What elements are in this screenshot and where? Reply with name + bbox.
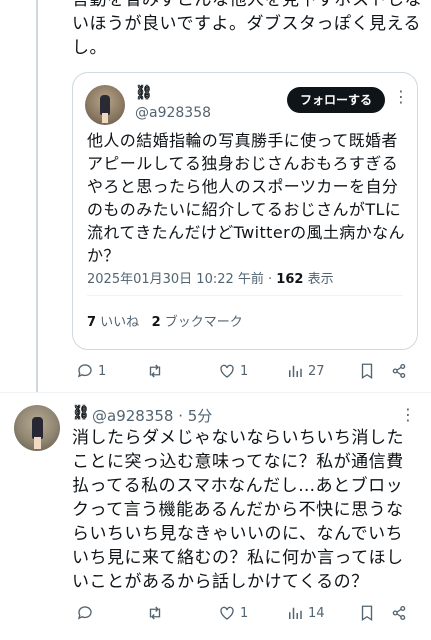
timestamp-text: 2025年01月30日 10:22 午前 ·	[87, 272, 277, 287]
views-button[interactable]: 14	[286, 604, 325, 622]
more-icon[interactable]: ⋮	[393, 87, 409, 106]
divider	[87, 295, 403, 296]
like-icon	[220, 364, 234, 378]
tweet-actions: 1 1 27	[72, 362, 412, 384]
views-icon	[289, 365, 302, 377]
avatar[interactable]	[85, 85, 125, 125]
follow-button[interactable]: フォローする	[287, 87, 385, 113]
views-count: 14	[308, 605, 325, 621]
more-icon[interactable]: ⋮	[400, 405, 416, 424]
engagement-stats: 7 いいね 2 ブックマーク	[87, 311, 243, 330]
thread-line	[36, 0, 38, 392]
share-button[interactable]	[390, 362, 408, 380]
retweet-button[interactable]	[146, 604, 168, 622]
avatar[interactable]	[14, 405, 60, 451]
views-button[interactable]: 27	[286, 362, 325, 380]
tweet-timestamp: 2025年01月30日 10:22 午前 · 162 表示	[87, 268, 334, 287]
bookmark-icon	[361, 605, 373, 622]
reply-icon	[77, 606, 92, 620]
quoted-tweet-text: 他人の結婚指輪の写真勝手に使って既婚者アピールしてる独身おじさんおもろすぎるやろ…	[87, 131, 405, 265]
views-count: 27	[308, 363, 325, 379]
views-count: 162	[276, 272, 304, 287]
like-button[interactable]: 1	[218, 362, 248, 380]
divider	[0, 392, 431, 393]
handle-and-time[interactable]: @a928358 · 5分	[92, 405, 212, 426]
retweet-button[interactable]	[146, 362, 168, 380]
reply-button[interactable]	[76, 604, 98, 622]
share-button[interactable]	[390, 604, 408, 622]
like-count: 1	[240, 363, 249, 379]
views-label: 表示	[303, 272, 334, 287]
bookmark-button[interactable]	[358, 362, 376, 380]
share-icon	[392, 605, 406, 621]
tweet-actions: 1 14	[72, 604, 412, 626]
reply-button[interactable]: 1	[76, 362, 106, 380]
display-name[interactable]: ⛓	[72, 405, 90, 421]
bookmarks-count[interactable]: 2	[152, 315, 161, 330]
bookmarks-label[interactable]: ブックマーク	[161, 315, 243, 330]
reply-count: 1	[98, 363, 107, 379]
likes-label[interactable]: いいね	[96, 315, 139, 330]
reply-icon	[77, 364, 92, 378]
tweet-text: 消したらダメじゃないならいちいち消したことに突っ込む意味ってなに？私が通信費払っ…	[72, 428, 404, 592]
display-name[interactable]: ⛓	[135, 85, 153, 101]
user-handle[interactable]: @a928358	[135, 105, 211, 121]
like-icon	[220, 606, 234, 620]
retweet-icon	[149, 606, 161, 620]
quoted-tweet[interactable]: ⛓ @a928358 フォローする ⋮ 他人の結婚指輪の写真勝手に使って既婚者ア…	[72, 72, 418, 350]
tweet-text: 言動を省みずこんな他人を見下すポストしないほうが良いですよ。ダブスタっぽく見える…	[72, 0, 422, 58]
share-icon	[392, 363, 406, 379]
like-count: 1	[240, 605, 249, 621]
retweet-icon	[149, 364, 161, 378]
likes-count[interactable]: 7	[87, 315, 96, 330]
views-icon	[289, 607, 302, 619]
like-button[interactable]: 1	[218, 604, 248, 622]
bookmark-icon	[361, 363, 373, 380]
bookmark-button[interactable]	[358, 604, 376, 622]
